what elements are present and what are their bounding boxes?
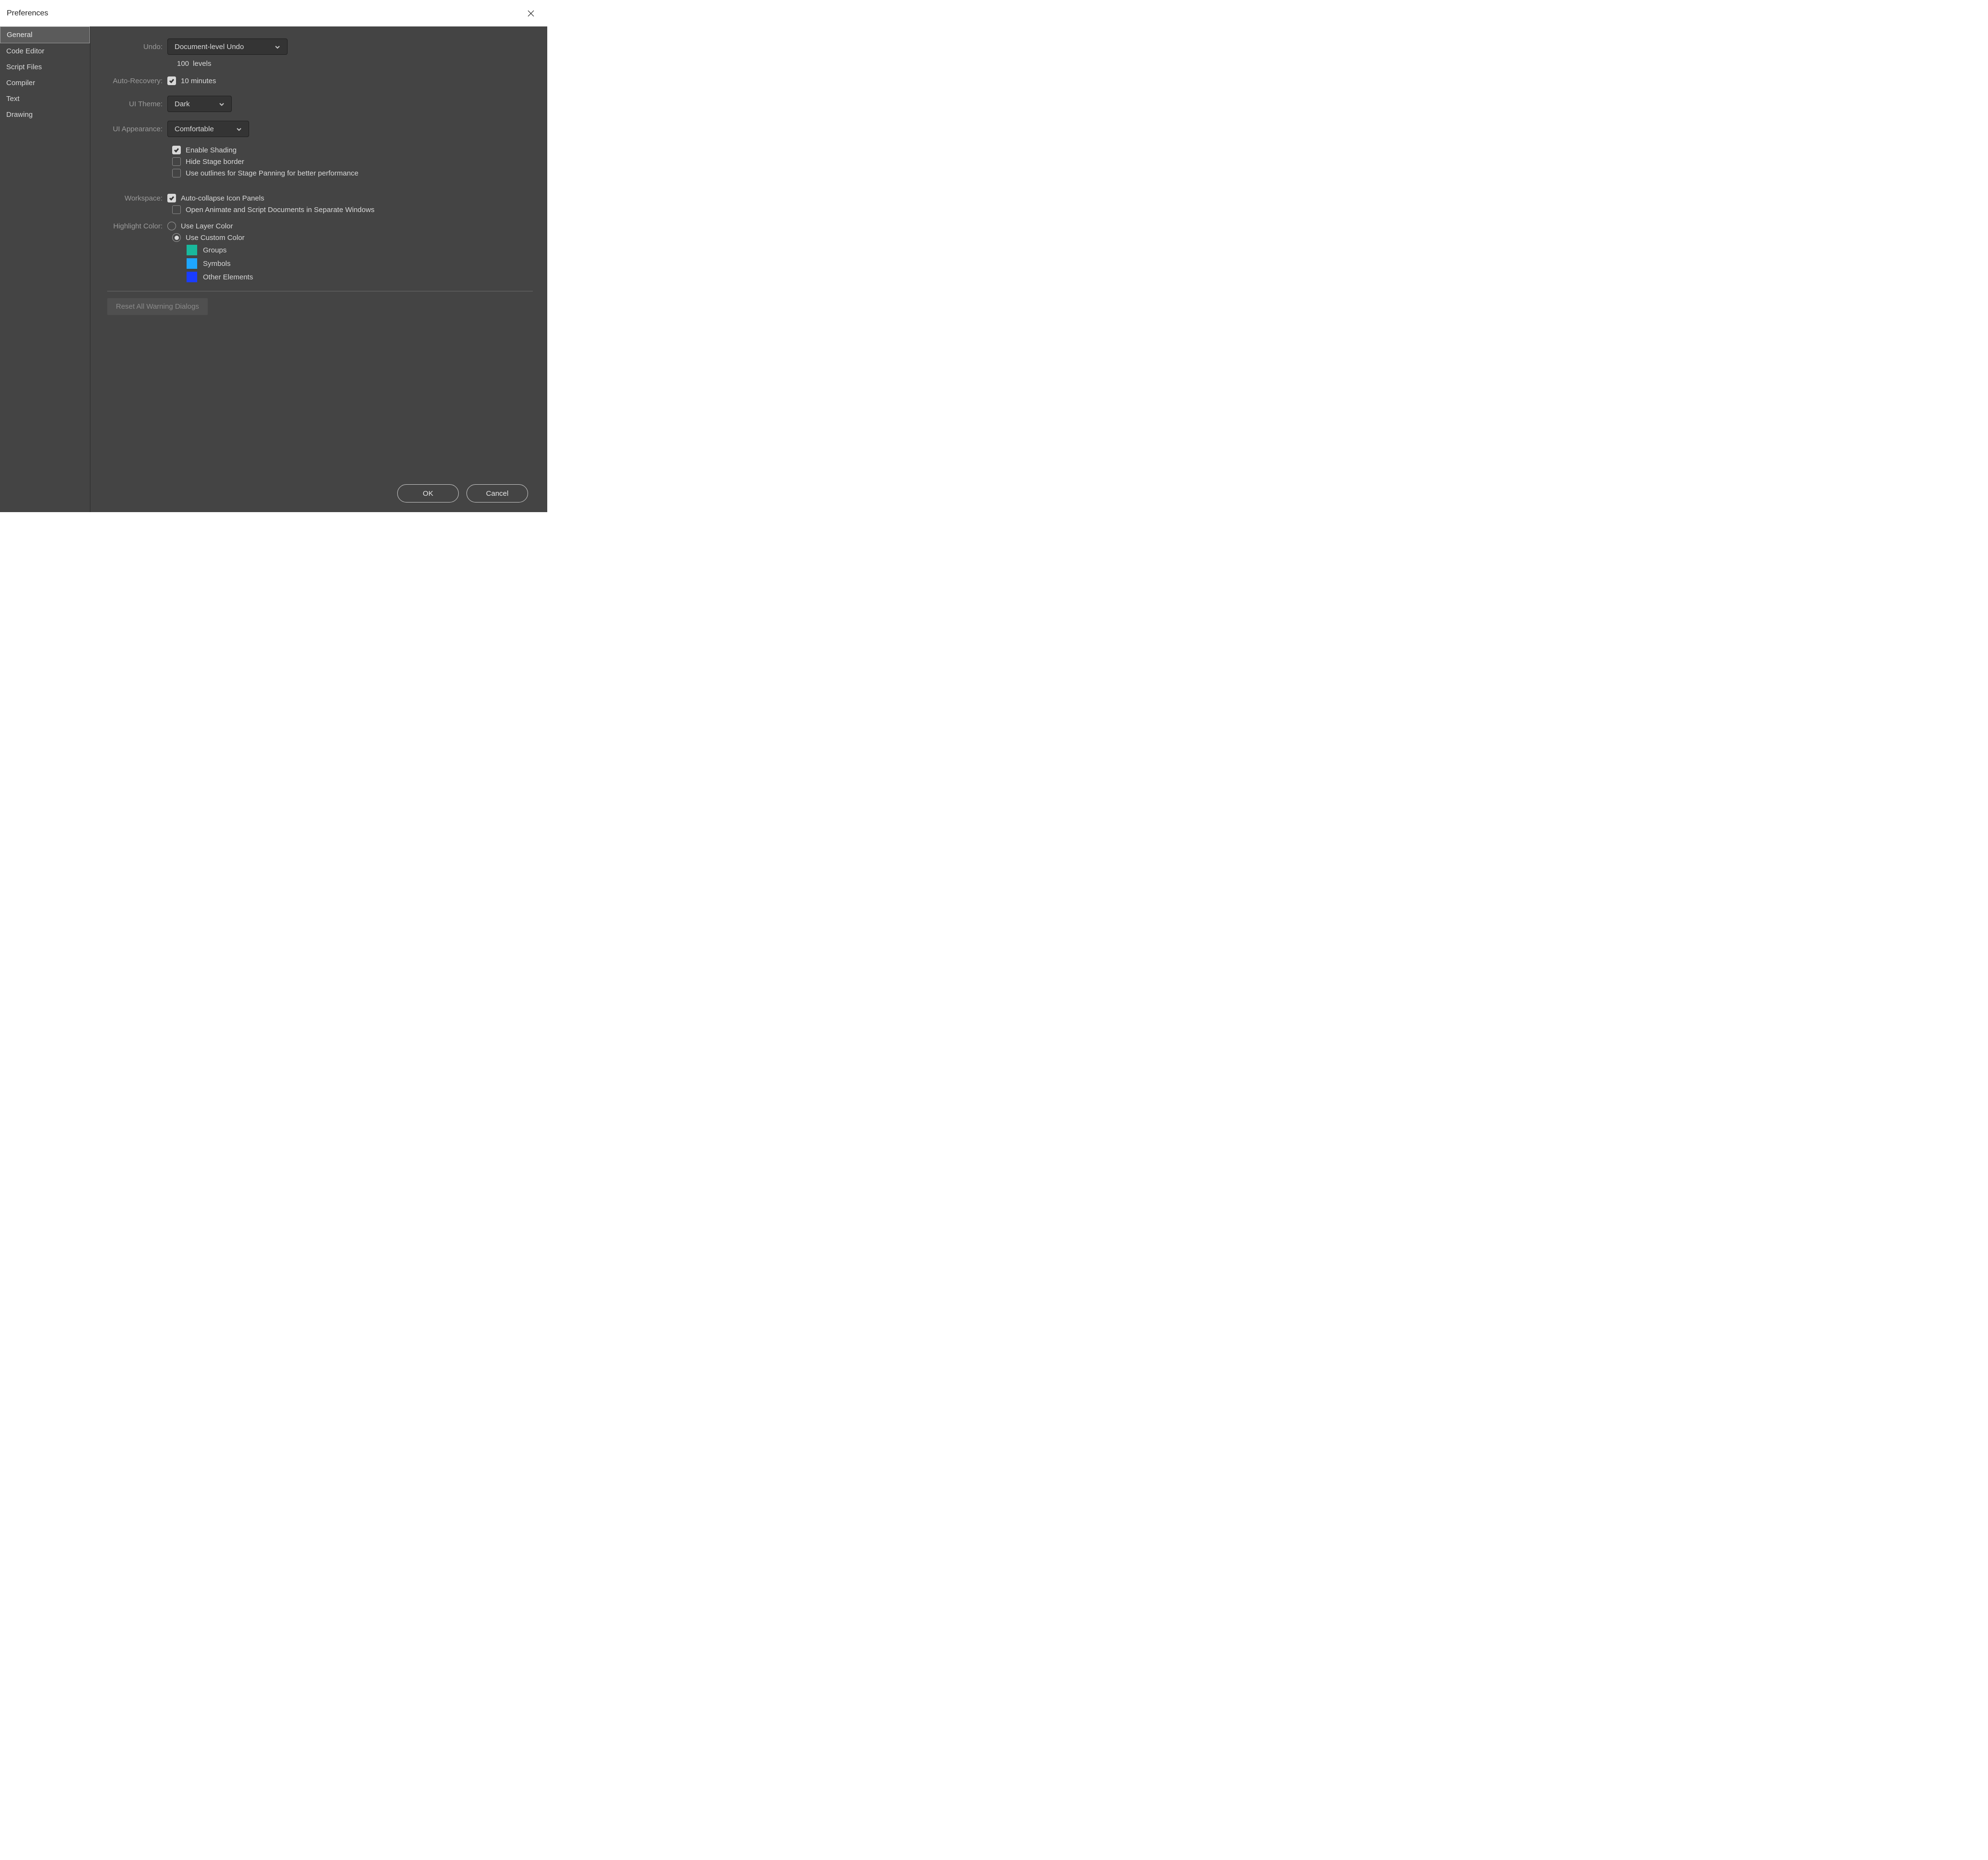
auto-collapse-checkbox[interactable]: [167, 194, 176, 202]
sidebar-item-label: Script Files: [6, 63, 42, 71]
use-layer-color-label: Use Layer Color: [181, 222, 233, 230]
use-outlines-label: Use outlines for Stage Panning for bette…: [186, 169, 358, 177]
sidebar: General Code Editor Script Files Compile…: [0, 26, 90, 512]
form-area: Undo: Document-level Undo 100 levels Aut…: [107, 38, 533, 484]
auto-collapse-label: Auto-collapse Icon Panels: [181, 194, 264, 202]
use-outlines-checkbox[interactable]: [172, 169, 181, 177]
sidebar-item-drawing[interactable]: Drawing: [0, 107, 90, 123]
sidebar-item-script-files[interactable]: Script Files: [0, 59, 90, 75]
groups-color-label: Groups: [203, 246, 226, 254]
use-custom-color-label: Use Custom Color: [186, 234, 245, 242]
enable-shading-checkbox[interactable]: [172, 146, 181, 154]
other-elements-color-label: Other Elements: [203, 273, 253, 281]
symbols-color-label: Symbols: [203, 260, 231, 268]
undo-levels-count[interactable]: 100: [172, 60, 189, 68]
close-button[interactable]: [521, 4, 541, 23]
undo-value: Document-level Undo: [175, 43, 244, 51]
auto-recovery-checkbox[interactable]: [167, 76, 176, 85]
sidebar-item-text[interactable]: Text: [0, 91, 90, 107]
sidebar-item-label: Code Editor: [6, 47, 44, 55]
ok-button[interactable]: OK: [397, 484, 459, 503]
highlight-color-label: Highlight Color:: [107, 222, 167, 230]
reset-warnings-button[interactable]: Reset All Warning Dialogs: [107, 298, 208, 315]
dialog-body: General Code Editor Script Files Compile…: [0, 26, 547, 512]
separate-windows-label: Open Animate and Script Documents in Sep…: [186, 206, 375, 214]
ui-theme-value: Dark: [175, 100, 190, 108]
sidebar-item-compiler[interactable]: Compiler: [0, 75, 90, 91]
undo-levels: 100 levels: [172, 60, 533, 68]
sidebar-item-label: General: [7, 31, 32, 39]
workspace-label: Workspace:: [107, 194, 167, 202]
ui-theme-dropdown[interactable]: Dark: [167, 96, 232, 112]
ui-appearance-label: UI Appearance:: [107, 125, 167, 133]
ui-appearance-dropdown[interactable]: Comfortable: [167, 121, 249, 137]
use-custom-color-radio[interactable]: [172, 233, 181, 242]
window-title: Preferences: [7, 9, 48, 18]
sidebar-item-label: Compiler: [6, 79, 35, 87]
enable-shading-label: Enable Shading: [186, 146, 237, 154]
undo-label: Undo:: [107, 43, 167, 51]
auto-recovery-text: 10 minutes: [181, 77, 216, 85]
separate-windows-checkbox[interactable]: [172, 205, 181, 214]
close-icon: [527, 10, 535, 17]
sidebar-item-code-editor[interactable]: Code Editor: [0, 43, 90, 59]
undo-dropdown[interactable]: Document-level Undo: [167, 38, 288, 55]
ui-appearance-value: Comfortable: [175, 125, 214, 133]
other-elements-color-swatch[interactable]: [187, 272, 197, 282]
symbols-color-swatch[interactable]: [187, 258, 197, 269]
cancel-button[interactable]: Cancel: [466, 484, 528, 503]
titlebar: Preferences: [0, 0, 547, 26]
undo-levels-word: levels: [193, 60, 211, 68]
main-panel: Undo: Document-level Undo 100 levels Aut…: [90, 26, 547, 512]
sidebar-item-label: Text: [6, 95, 20, 103]
groups-color-swatch[interactable]: [187, 245, 197, 255]
chevron-down-icon: [236, 126, 242, 132]
chevron-down-icon: [275, 44, 280, 50]
chevron-down-icon: [219, 101, 225, 107]
hide-stage-border-checkbox[interactable]: [172, 157, 181, 166]
hide-stage-border-label: Hide Stage border: [186, 158, 244, 166]
sidebar-item-general[interactable]: General: [0, 26, 90, 43]
sidebar-item-label: Drawing: [6, 111, 33, 119]
use-layer-color-radio[interactable]: [167, 222, 176, 230]
auto-recovery-label: Auto-Recovery:: [107, 77, 167, 85]
footer: OK Cancel: [107, 484, 533, 512]
ui-theme-label: UI Theme:: [107, 100, 167, 108]
